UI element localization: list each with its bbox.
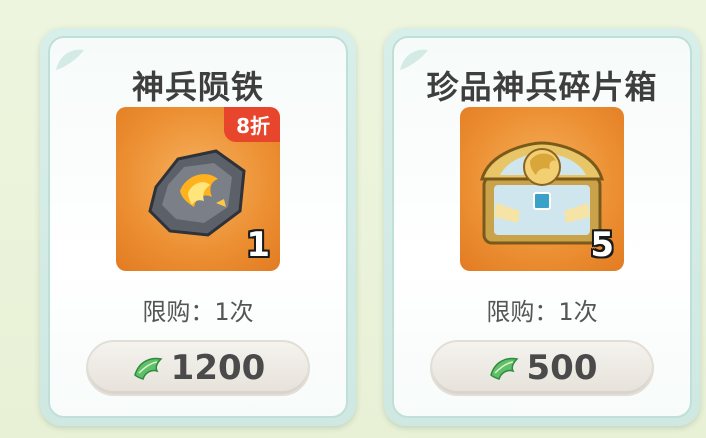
- item-quantity: 5: [590, 225, 614, 265]
- item-slot[interactable]: 8折 1: [116, 107, 280, 271]
- discount-badge: 8折: [224, 107, 280, 142]
- item-slot[interactable]: 5: [460, 107, 624, 271]
- buy-button[interactable]: 1200: [86, 340, 310, 396]
- purchase-limit: 限购：1次: [486, 298, 598, 326]
- jade-leaf-icon: [133, 357, 163, 380]
- shop-item-card-2[interactable]: 珍品神兵碎片箱 5 限购：1次 500: [384, 28, 700, 426]
- buy-button[interactable]: 500: [430, 340, 654, 396]
- price-value: 500: [526, 348, 598, 388]
- shop-item-card-1[interactable]: 神兵陨铁 8折 1 限购：1次 1200: [40, 28, 356, 426]
- purchase-limit: 限购：1次: [142, 298, 254, 326]
- price-value: 1200: [170, 348, 266, 388]
- item-title: 神兵陨铁: [131, 68, 264, 106]
- jade-leaf-icon: [489, 357, 519, 380]
- item-title: 珍品神兵碎片箱: [426, 68, 658, 106]
- item-quantity: 1: [246, 225, 270, 265]
